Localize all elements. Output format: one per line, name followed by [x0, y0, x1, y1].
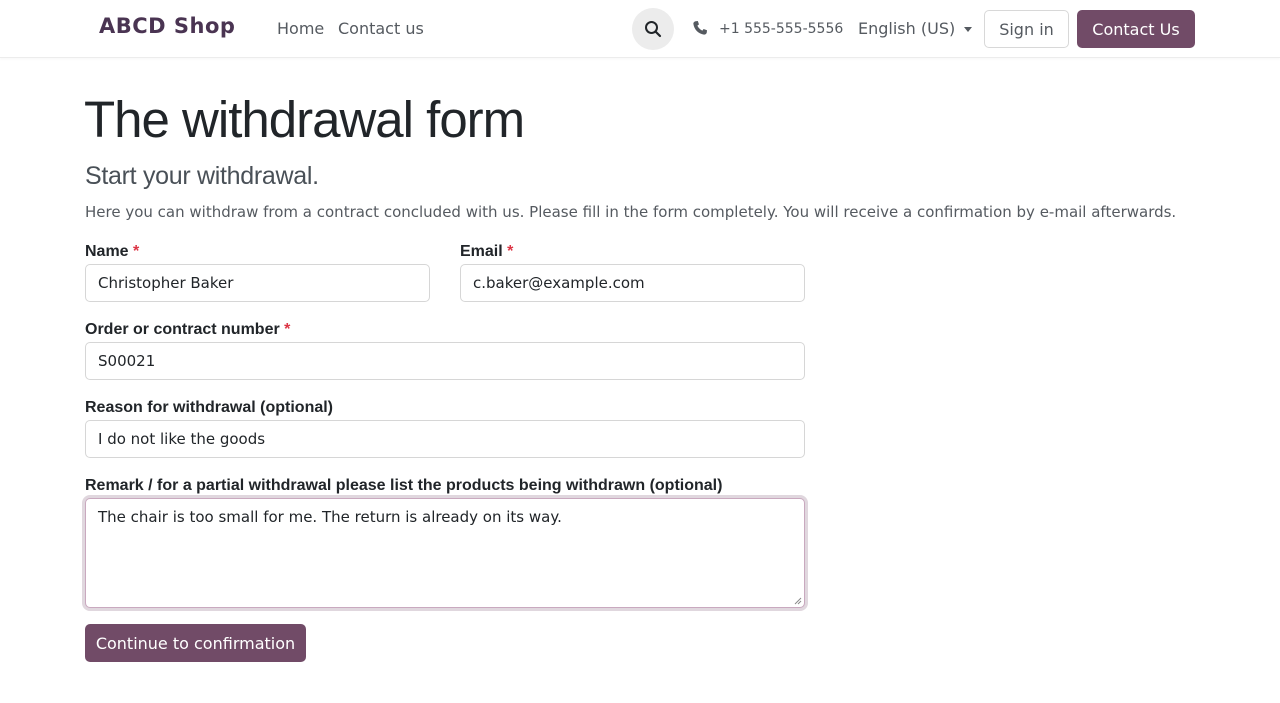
intro-text: Here you can withdraw from a contract co…	[85, 203, 1177, 221]
language-label: English (US)	[858, 19, 956, 38]
name-label: Name *	[85, 243, 139, 261]
phone-icon	[693, 21, 707, 35]
contact-us-button[interactable]: Contact Us	[1077, 10, 1195, 48]
sign-in-button[interactable]: Sign in	[984, 10, 1069, 48]
chevron-down-icon	[964, 26, 973, 32]
language-selector[interactable]: English (US)	[858, 19, 973, 38]
required-marker: *	[284, 321, 291, 338]
remark-textarea[interactable]: The chair is too small for me. The retur…	[85, 498, 805, 608]
email-label: Email *	[460, 243, 513, 261]
email-input[interactable]: c.baker@example.com	[460, 264, 805, 302]
nav-contact-link[interactable]: Contact us	[338, 19, 424, 38]
order-number-input[interactable]: S00021	[85, 342, 805, 380]
required-marker: *	[133, 243, 140, 260]
resize-handle-icon[interactable]	[794, 597, 802, 605]
nav-home-link[interactable]: Home	[277, 19, 324, 38]
page-subtitle: Start your withdrawal.	[85, 162, 319, 190]
email-label-text: Email	[460, 243, 503, 260]
reason-label: Reason for withdrawal (optional)	[85, 399, 334, 416]
name-input[interactable]: Christopher Baker	[85, 264, 430, 302]
page-title: The withdrawal form	[84, 91, 525, 148]
site-header: ABCD Shop Home Contact us +1 555-555-555…	[0, 0, 1280, 58]
remark-text: The chair is too small for me. The retur…	[98, 508, 562, 526]
required-marker: *	[507, 243, 514, 260]
reason-input[interactable]: I do not like the goods	[85, 420, 805, 458]
search-icon	[645, 21, 662, 38]
remark-label: Remark / for a partial withdrawal please…	[85, 477, 723, 494]
phone-number[interactable]: +1 555-555-5556	[719, 21, 843, 37]
name-label-text: Name	[85, 243, 129, 260]
order-label-text: Order or contract number	[85, 321, 280, 338]
brand-logo[interactable]: ABCD Shop	[99, 14, 235, 38]
search-button[interactable]	[632, 8, 674, 50]
order-label: Order or contract number *	[85, 321, 290, 339]
continue-button[interactable]: Continue to confirmation	[85, 624, 306, 662]
